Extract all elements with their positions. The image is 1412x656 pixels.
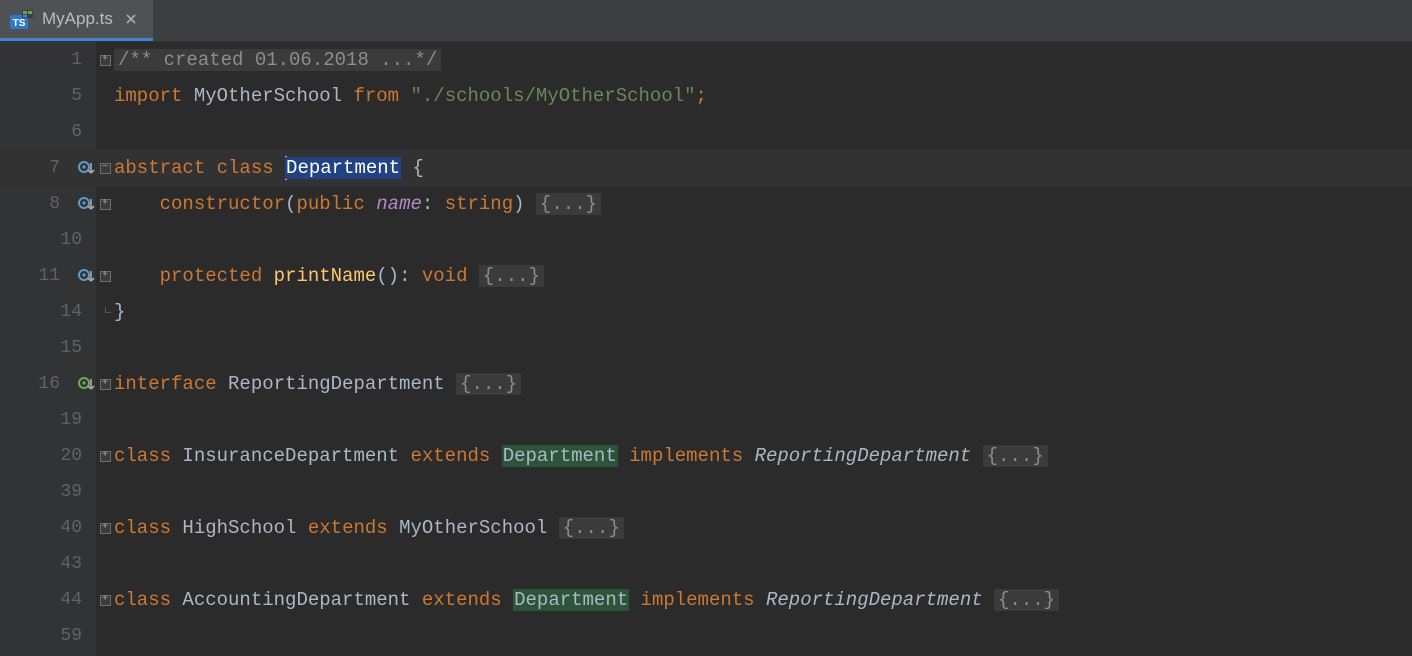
implements-icon[interactable] — [76, 373, 98, 395]
folded-region[interactable]: {...} — [983, 445, 1048, 467]
typescript-file-icon: TS — [10, 9, 36, 29]
usage-highlight: Department — [502, 445, 618, 467]
code-line: class HighSchool extends MyOtherSchool {… — [114, 510, 624, 546]
fold-end-icon — [100, 307, 111, 318]
line-number: 19 — [60, 402, 82, 438]
fold-expand-icon[interactable]: + — [100, 199, 111, 210]
line-number: 39 — [60, 474, 82, 510]
line-number: 8 — [49, 186, 60, 222]
fold-expand-icon[interactable]: + — [100, 379, 111, 390]
folded-region[interactable]: {...} — [994, 589, 1059, 611]
line-number: 1 — [71, 42, 82, 78]
svg-text:TS: TS — [13, 18, 26, 29]
selected-identifier: Department — [285, 157, 401, 179]
close-icon[interactable] — [123, 11, 139, 27]
fold-expand-icon[interactable]: + — [100, 595, 111, 606]
code-line: } — [114, 294, 125, 330]
line-number: 20 — [60, 438, 82, 474]
line-number: 16 — [38, 366, 60, 402]
line-number: 5 — [71, 78, 82, 114]
usage-highlight: Department — [513, 589, 629, 611]
fold-collapse-icon[interactable]: − — [100, 163, 111, 174]
tab-bar: TS MyApp.ts — [0, 0, 1412, 42]
code-line: class InsuranceDepartment extends Depart… — [114, 438, 1048, 474]
code-line: import MyOtherSchool from "./schools/MyO… — [114, 78, 707, 114]
tab-filename: MyApp.ts — [42, 1, 113, 37]
line-number: 15 — [60, 330, 82, 366]
fold-expand-icon[interactable]: + — [100, 523, 111, 534]
folded-region[interactable]: {...} — [559, 517, 624, 539]
overrides-icon[interactable] — [76, 193, 98, 215]
line-number: 7 — [49, 150, 60, 186]
code-editor[interactable]: 1 5 6 7 8 10 11 14 15 16 — [0, 42, 1412, 656]
code-line: abstract class Department { — [114, 150, 424, 186]
fold-expand-icon[interactable]: + — [100, 451, 111, 462]
line-number: 11 — [38, 258, 60, 294]
folded-region[interactable]: {...} — [536, 193, 601, 215]
overrides-icon[interactable] — [76, 157, 98, 179]
code-line: protected printName(): void {...} — [114, 258, 544, 294]
gutter: 1 5 6 7 8 10 11 14 15 16 — [0, 42, 96, 656]
line-number: 6 — [71, 114, 82, 150]
code-line: interface ReportingDepartment {...} — [114, 366, 521, 402]
code-line: class AccountingDepartment extends Depar… — [114, 582, 1059, 618]
overrides-icon[interactable] — [76, 265, 98, 287]
code-area[interactable]: + /** created 01.06.2018 ...*/ import My… — [96, 42, 1412, 656]
line-number: 44 — [60, 582, 82, 618]
line-number: 10 — [60, 222, 82, 258]
folded-region[interactable]: {...} — [456, 373, 521, 395]
code-line: /** created 01.06.2018 ...*/ — [114, 42, 441, 78]
code-line: constructor(public name: string) {...} — [114, 186, 601, 222]
line-number: 43 — [60, 546, 82, 582]
line-number: 14 — [60, 294, 82, 330]
line-number: 59 — [60, 618, 82, 654]
line-number: 40 — [60, 510, 82, 546]
folded-region[interactable]: {...} — [479, 265, 544, 287]
fold-expand-icon[interactable]: + — [100, 271, 111, 282]
fold-expand-icon[interactable]: + — [100, 55, 111, 66]
tab-myapp[interactable]: TS MyApp.ts — [0, 0, 153, 41]
